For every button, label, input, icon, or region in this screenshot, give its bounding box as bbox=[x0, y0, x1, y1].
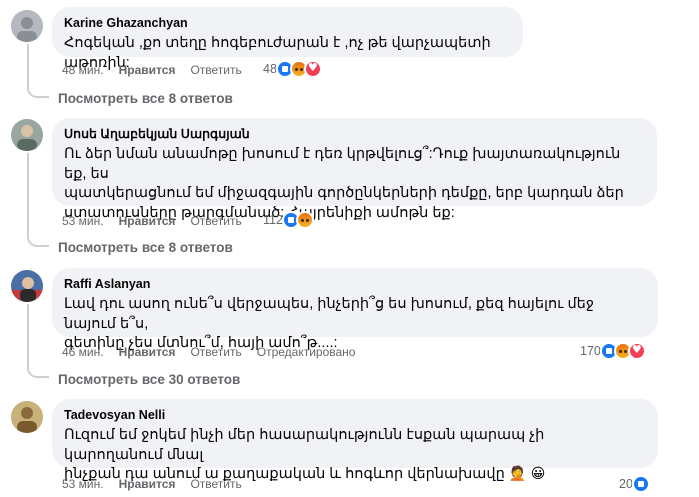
like-button[interactable]: Нравится bbox=[119, 344, 176, 360]
comment-time[interactable]: 53 мин. bbox=[62, 213, 104, 229]
comment-text-line: պատկերացնում եմ միջազգային գործընկերների… bbox=[64, 185, 624, 201]
view-replies-link[interactable]: Посмотреть все 30 ответов bbox=[58, 372, 240, 387]
comment-time[interactable]: 53 мин. bbox=[62, 476, 104, 492]
comment-author[interactable]: Tadevosyan Nelli bbox=[64, 407, 646, 423]
reply-button[interactable]: Ответить bbox=[190, 344, 241, 360]
reaction-count: 48 bbox=[263, 62, 277, 76]
comment-actions: 46 мин. Нравится Ответить Отредактирован… bbox=[62, 344, 355, 360]
reaction-count: 20 bbox=[619, 477, 633, 491]
comment-text-line: Ու ձեր նման անամոթը խոսում է դեռ կրթվելո… bbox=[64, 146, 621, 182]
comment-actions: 48 мин. Нравится Ответить bbox=[62, 62, 257, 78]
view-replies-link[interactable]: Посмотреть все 8 ответов bbox=[58, 240, 233, 255]
reaction-summary[interactable]: 170 bbox=[580, 342, 646, 360]
comment-author[interactable]: Սոսե Աղաբեկյան Սարգսյան bbox=[64, 126, 645, 142]
avatar[interactable] bbox=[11, 119, 43, 151]
avatar[interactable] bbox=[11, 10, 43, 42]
edited-label: Отредактировано bbox=[256, 345, 356, 359]
comment-text-line: Լավ դու ասող ունե՞ս վերջապես, ինչերի՞ց ե… bbox=[64, 296, 594, 332]
reaction-summary[interactable]: 20 bbox=[619, 475, 650, 493]
like-icon bbox=[631, 475, 650, 493]
reply-button[interactable]: Ответить bbox=[190, 62, 241, 78]
comment-bubble: Tadevosyan Nelli Ուզում եմ ջոկեմ ինչի մե… bbox=[52, 399, 658, 482]
love-icon bbox=[627, 342, 646, 360]
like-button[interactable]: Нравится bbox=[119, 213, 176, 229]
like-button[interactable]: Нравится bbox=[119, 476, 176, 492]
comment-bubble: Սոսե Աղաբեկյան Սարգսյան Ու ձեր նման անամ… bbox=[52, 118, 657, 221]
avatar[interactable] bbox=[11, 270, 43, 302]
reply-connector bbox=[27, 86, 49, 98]
reply-connector bbox=[27, 235, 49, 247]
comment-text: Ու ձեր նման անամոթը խոսում է դեռ կրթվելո… bbox=[64, 145, 645, 223]
reaction-summary[interactable]: 112 bbox=[263, 211, 314, 229]
love-icon bbox=[303, 60, 322, 78]
thread-line bbox=[27, 44, 29, 86]
comment-author[interactable]: Karine Ghazanchyan bbox=[64, 15, 511, 31]
avatar[interactable] bbox=[11, 401, 43, 433]
reaction-summary[interactable]: 48 bbox=[263, 60, 322, 78]
comment-time[interactable]: 48 мин. bbox=[62, 62, 104, 78]
like-button[interactable]: Нравится bbox=[119, 62, 176, 78]
thread-line bbox=[27, 153, 29, 235]
comment-text-line: Ուզում եմ ջոկեմ ինչի մեր հասարակությունն… bbox=[64, 427, 545, 463]
comment-actions: 53 мин. Нравится Ответить bbox=[62, 213, 257, 229]
comment-bubble: Karine Ghazanchyan Հոգեկան ,քո տեղը հոգե… bbox=[52, 7, 523, 71]
comment-actions: 53 мин. Нравится Ответить bbox=[62, 476, 257, 492]
view-replies-link[interactable]: Посмотреть все 8 ответов bbox=[58, 91, 233, 106]
emoji-facepalm-smile: 🤦 😀 bbox=[508, 466, 546, 482]
thread-line bbox=[27, 304, 29, 366]
reply-button[interactable]: Ответить bbox=[190, 213, 241, 229]
comment-author[interactable]: Raffi Aslanyan bbox=[64, 276, 646, 292]
reaction-count: 112 bbox=[263, 213, 283, 227]
comment-time[interactable]: 46 мин. bbox=[62, 344, 104, 360]
reply-button[interactable]: Ответить bbox=[190, 476, 241, 492]
angry-icon bbox=[295, 211, 314, 229]
reply-connector bbox=[27, 366, 49, 378]
comment-bubble: Raffi Aslanyan Լավ դու ասող ունե՞ս վերջա… bbox=[52, 268, 658, 351]
reaction-count: 170 bbox=[580, 344, 601, 358]
